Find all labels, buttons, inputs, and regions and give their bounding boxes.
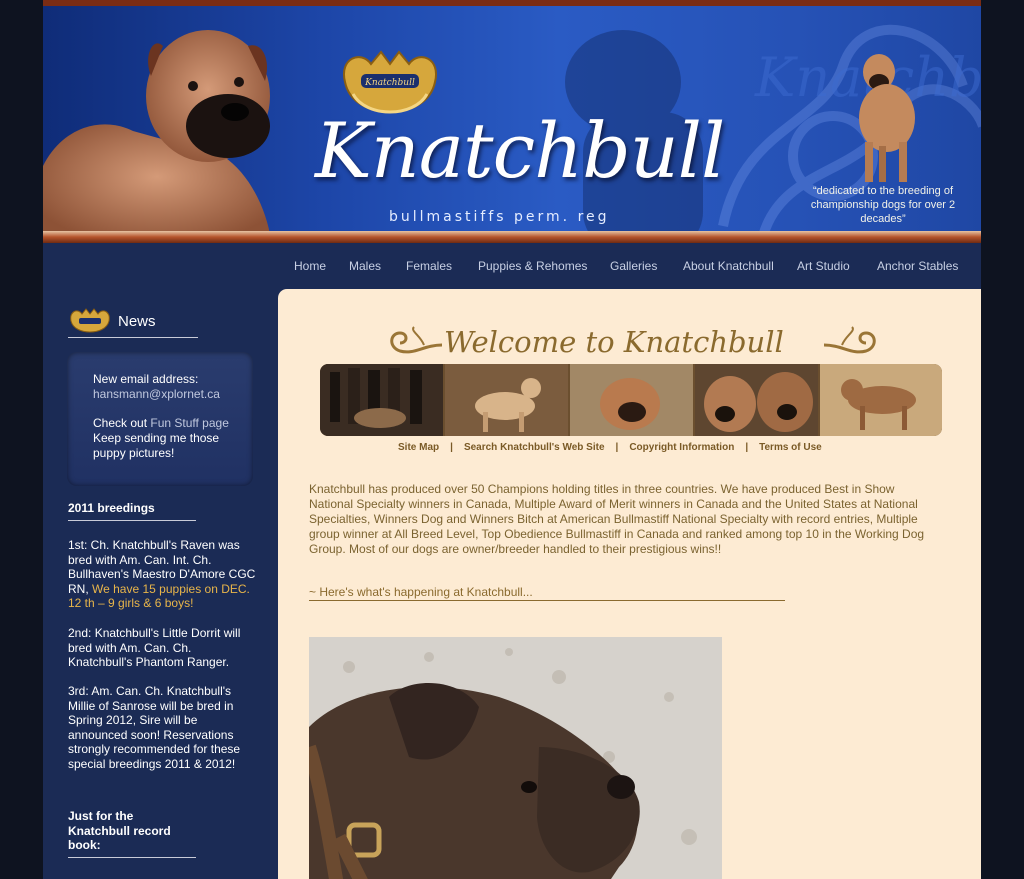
breeding-2: 2nd: Knatchbull's Little Dorrit will bre… <box>68 626 241 669</box>
keep-sending-text-1: Keep sending me those <box>93 431 220 445</box>
terms-of-use-link[interactable]: Terms of Use <box>759 442 822 453</box>
nav-males[interactable]: Males <box>349 259 381 273</box>
site-links-bar: Site Map | Search Knatchbull's Web Site | Co… <box>398 442 822 453</box>
walking-dog-photo <box>820 364 942 436</box>
breeding-3: 3rd: Am. Can. Ch. Knatchbull's Millie of… <box>68 684 241 771</box>
nav-anchor-stables[interactable]: Anchor Stables <box>877 259 958 273</box>
bullmastiff-closeup-photo <box>309 637 722 879</box>
record-book-heading: Just for the Knatchbull record book: <box>68 809 196 858</box>
happening-heading: ~ Here's what's happening at Knatchbull.… <box>309 585 785 601</box>
fun-stuff-link[interactable]: Fun Stuff page <box>150 416 229 430</box>
nav-females[interactable]: Females <box>406 259 452 273</box>
email-label: New email address: <box>93 372 199 386</box>
nav-galleries[interactable]: Galleries <box>610 259 657 273</box>
left-sidebar: News New email address: hansmann@xplorne… <box>43 289 276 879</box>
nav-art-studio[interactable]: Art Studio <box>797 259 850 273</box>
news-box: New email address: hansmann@xplornet.ca … <box>67 352 253 486</box>
intro-paragraph: Knatchbull has produced over 50 Champion… <box>309 482 925 556</box>
standing-bullmastiff-image <box>859 54 915 182</box>
page-container: Knatchbull Knatchbull bullmastiffs perm.… <box>43 0 981 879</box>
main-content: Welcome to Knatchbull Kennels <box>278 289 981 879</box>
site-subtitle: bullmastiffs perm. reg <box>389 209 610 225</box>
bullmastiff-portrait-left <box>43 30 271 239</box>
link-separator: | <box>745 442 749 453</box>
email-address-link[interactable]: hansmann@xplornet.ca <box>93 387 220 402</box>
banner-bottom-stripe <box>43 231 981 243</box>
site-title: Knatchbull <box>315 106 725 195</box>
nav-about[interactable]: About Knatchbull <box>683 259 774 273</box>
breeding-1-highlight: We have 15 puppies on DEC. 12 th – 9 gir… <box>68 581 250 611</box>
check-out-text: Check out <box>93 416 148 430</box>
nav-puppies-rehomes[interactable]: Puppies & Rehomes <box>478 259 587 273</box>
dog-show-stack-photo <box>445 364 568 436</box>
news-heading: News <box>118 313 156 330</box>
header-banner: Knatchbull Knatchbull bullmastiffs perm.… <box>43 6 981 239</box>
small-crown-icon <box>70 308 110 333</box>
show-group-photo <box>320 364 443 436</box>
breedings-heading: 2011 breedings <box>68 501 196 521</box>
welcome-header: Welcome to Knatchbull Kennels <box>384 323 882 393</box>
link-separator: | <box>450 442 453 453</box>
left-flourish-icon <box>390 326 443 354</box>
main-navigation: Home Males Females Puppies & Rehomes Gal… <box>43 243 981 289</box>
nav-home[interactable]: Home <box>294 259 326 273</box>
link-separator: | <box>615 442 619 453</box>
news-heading-block: News <box>68 305 198 338</box>
search-site-link[interactable]: Search Knatchbull's Web Site <box>464 442 605 453</box>
crown-logo-text: Knatchbull <box>364 78 415 88</box>
site-map-link[interactable]: Site Map <box>398 442 439 453</box>
right-flourish-icon <box>823 326 876 354</box>
breeding-1: 1st: Ch. Knatchbull's Raven was bred wit… <box>68 538 258 611</box>
two-dogs-photo <box>695 364 818 436</box>
copyright-link[interactable]: Copyright Information <box>629 442 734 453</box>
lying-dog-photo <box>570 364 693 436</box>
keep-sending-text-2: puppy pictures! <box>93 446 175 460</box>
banner-quote: “dedicated to the breeding of championsh… <box>810 185 956 225</box>
kennel-photo-strip <box>320 364 942 436</box>
fun-stuff-line: Check out Fun Stuff page <box>93 416 229 431</box>
